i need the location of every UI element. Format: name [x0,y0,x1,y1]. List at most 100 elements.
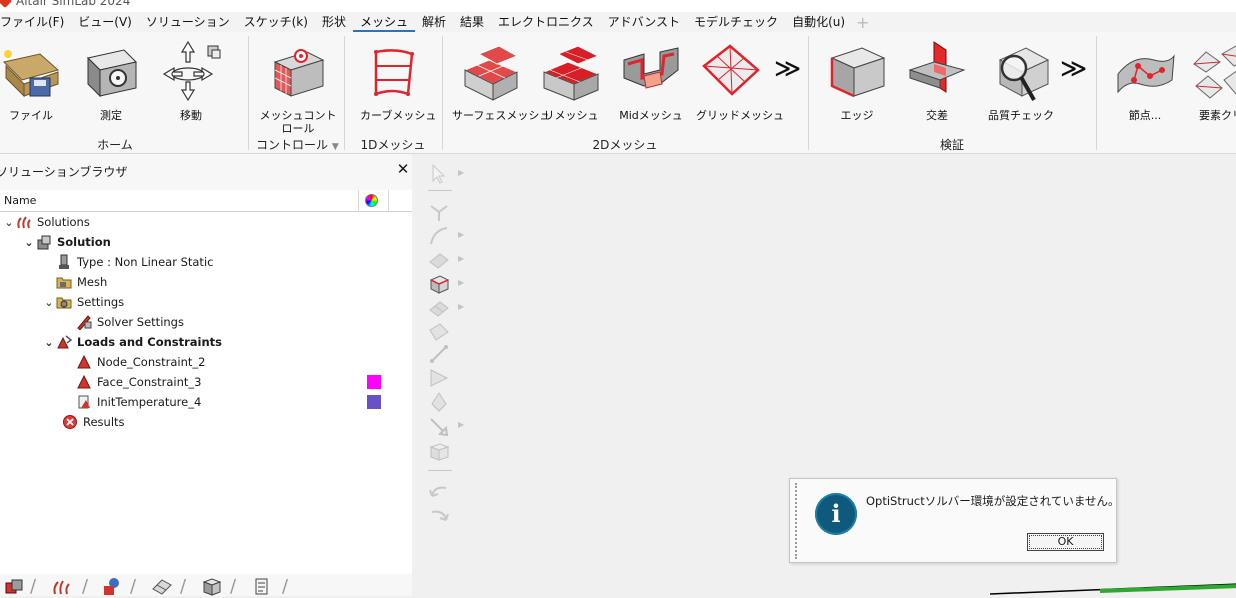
flyout-arrow-icon[interactable]: ▶ [458,230,464,239]
flyout-arrow-icon[interactable]: ▶ [458,420,464,429]
menu-results[interactable]: 結果 [453,12,491,32]
menu-analysis[interactable]: 解析 [415,12,453,32]
intersect-button[interactable]: 交差 [906,40,968,122]
browser-close-icon[interactable]: ✕ [394,160,412,178]
solution-browser-panel: ソリューションブラウザ ✕ Name ⌄ Solutions ⌄ Solutio… [0,154,412,574]
face-constraint-color-swatch[interactable] [367,375,381,389]
move-arrows-icon [162,40,221,102]
mid-mesh-button[interactable]: Midメッシュ [616,40,686,122]
face-element-select-icon[interactable] [428,322,450,342]
select-arrow-icon[interactable] [428,164,450,184]
group-control-label[interactable]: コントロール ▼ [256,136,339,153]
pick-tool-icon[interactable] [428,416,450,436]
results-error-icon [63,415,77,429]
tab-separator: / [282,576,289,597]
body-select-icon[interactable] [428,274,450,294]
type-icon [59,254,69,269]
tree-label: Loads and Constraints [77,335,223,349]
ok-button[interactable]: OK [1027,533,1104,551]
tetra-select-icon[interactable] [428,392,450,412]
node-button[interactable]: 節点... [1112,40,1178,122]
tree-item-solver-settings[interactable]: Solver Settings [76,312,184,332]
grid-mesh-button[interactable]: グリッドメッシュ [696,40,784,122]
triangle-select-icon[interactable] [428,368,450,388]
more-2d-mesh-chevron-icon[interactable]: ≫ [774,56,801,82]
node-label: 節点... [1128,109,1162,122]
constraint-icon [77,374,91,389]
solver-settings-icon [77,315,92,330]
tab-separator: / [130,576,137,597]
dialog-grip[interactable] [795,483,797,559]
menu-electronics[interactable]: エレクトロニクス [491,12,601,32]
column-divider[interactable] [388,190,389,212]
assembly-browser-tab-icon[interactable] [200,577,224,596]
tree-item-settings[interactable]: ⌄ Settings [42,292,124,312]
undo-icon[interactable] [428,482,450,502]
init-temperature-color-swatch[interactable] [367,395,381,409]
flyout-arrow-icon[interactable]: ▶ [458,254,464,263]
element-clean-button[interactable]: 要素クリ [1190,40,1236,122]
document-browser-tab-icon[interactable] [250,577,274,596]
tab-separator: / [230,576,237,597]
tree-item-type[interactable]: Type : Non Linear Static [56,252,213,272]
move-label: 移動 [180,109,202,122]
tree-item-loads-constraints[interactable]: ⌄ Loads and Constraints [42,332,222,352]
column-divider[interactable] [358,190,359,212]
measure-label: 測定 [100,109,122,122]
menu-view[interactable]: ビュー(V) [71,12,139,32]
mesh-control-label: メッシュコントロール [259,109,337,135]
solution-browser-tab-icon[interactable] [50,577,74,596]
solutions-icon [17,216,31,229]
tree-item-solutions[interactable]: ⌄ Solutions [2,212,89,232]
file-label: ファイル [9,109,53,122]
tree-item-init-temperature[interactable]: InitTemperature_4 [76,392,201,412]
menu-advanced[interactable]: アドバンスト [601,12,687,32]
mesh-browser-tab-icon[interactable] [150,577,174,596]
model-browser-tab-icon[interactable] [2,577,26,596]
file-button[interactable]: ファイル [0,40,62,122]
expand-chevron-icon[interactable]: ⌄ [22,236,36,249]
flyout-arrow-icon[interactable]: ▶ [458,168,464,177]
tree-item-face-constraint[interactable]: Face_Constraint_3 [76,372,201,392]
element-select-icon[interactable] [428,298,450,318]
box-select-icon[interactable] [428,442,450,462]
tree-item-node-constraint[interactable]: Node_Constraint_2 [76,352,205,372]
add-tab-icon[interactable]: + [852,13,869,32]
curve-select-icon[interactable] [428,226,450,246]
edge-button[interactable]: エッジ [826,40,888,122]
tree-item-mesh[interactable]: Mesh [56,272,107,292]
menu-sketch[interactable]: スケッチ(k) [237,12,315,32]
remesh-button[interactable]: リメッシュ [540,40,602,122]
mesh-control-button[interactable]: メッシュコントロール [256,40,340,135]
menu-geometry[interactable]: 形状 [315,12,353,32]
menu-solution[interactable]: ソリューション [139,12,237,32]
edge-select-icon[interactable] [428,344,450,364]
column-name-header[interactable]: Name [4,194,36,207]
tree-item-solution[interactable]: ⌄ Solution [22,232,111,252]
control-dropdown-icon[interactable]: ▼ [332,142,339,152]
flyout-arrow-icon[interactable]: ▶ [458,278,464,287]
surface-mesh-button[interactable]: サーフェスメッシュ [452,40,550,122]
info-dialog: i OptiStructソルバー環境が設定されていません。 OK [789,478,1120,563]
curve-mesh-button[interactable]: カーブメッシュ [360,40,436,122]
results-browser-tab-icon[interactable] [100,577,124,596]
menu-mesh[interactable]: メッシュ [352,12,415,32]
expand-chevron-icon[interactable]: ⌄ [42,336,56,349]
face-select-icon[interactable] [428,250,450,270]
menu-file[interactable]: ファイル(F) [0,12,71,32]
tree-item-results[interactable]: Results [62,412,125,432]
tab-separator: / [30,576,37,597]
vertex-select-icon[interactable] [428,202,450,222]
quality-check-button[interactable]: 品質チェック [986,40,1056,122]
more-verify-chevron-icon[interactable]: ≫ [1060,56,1087,82]
expand-chevron-icon[interactable]: ⌄ [2,216,16,229]
measure-button[interactable]: 測定 [80,40,142,122]
toolbar-separator [428,190,452,191]
expand-chevron-icon[interactable]: ⌄ [42,296,56,309]
menu-automation[interactable]: 自動化(u) [785,12,852,32]
color-column-icon[interactable] [365,194,378,207]
move-button[interactable]: 移動 [160,40,222,122]
flyout-arrow-icon[interactable]: ▶ [458,302,464,311]
redo-icon[interactable] [428,506,450,526]
menu-model-check[interactable]: モデルチェック [687,12,785,32]
